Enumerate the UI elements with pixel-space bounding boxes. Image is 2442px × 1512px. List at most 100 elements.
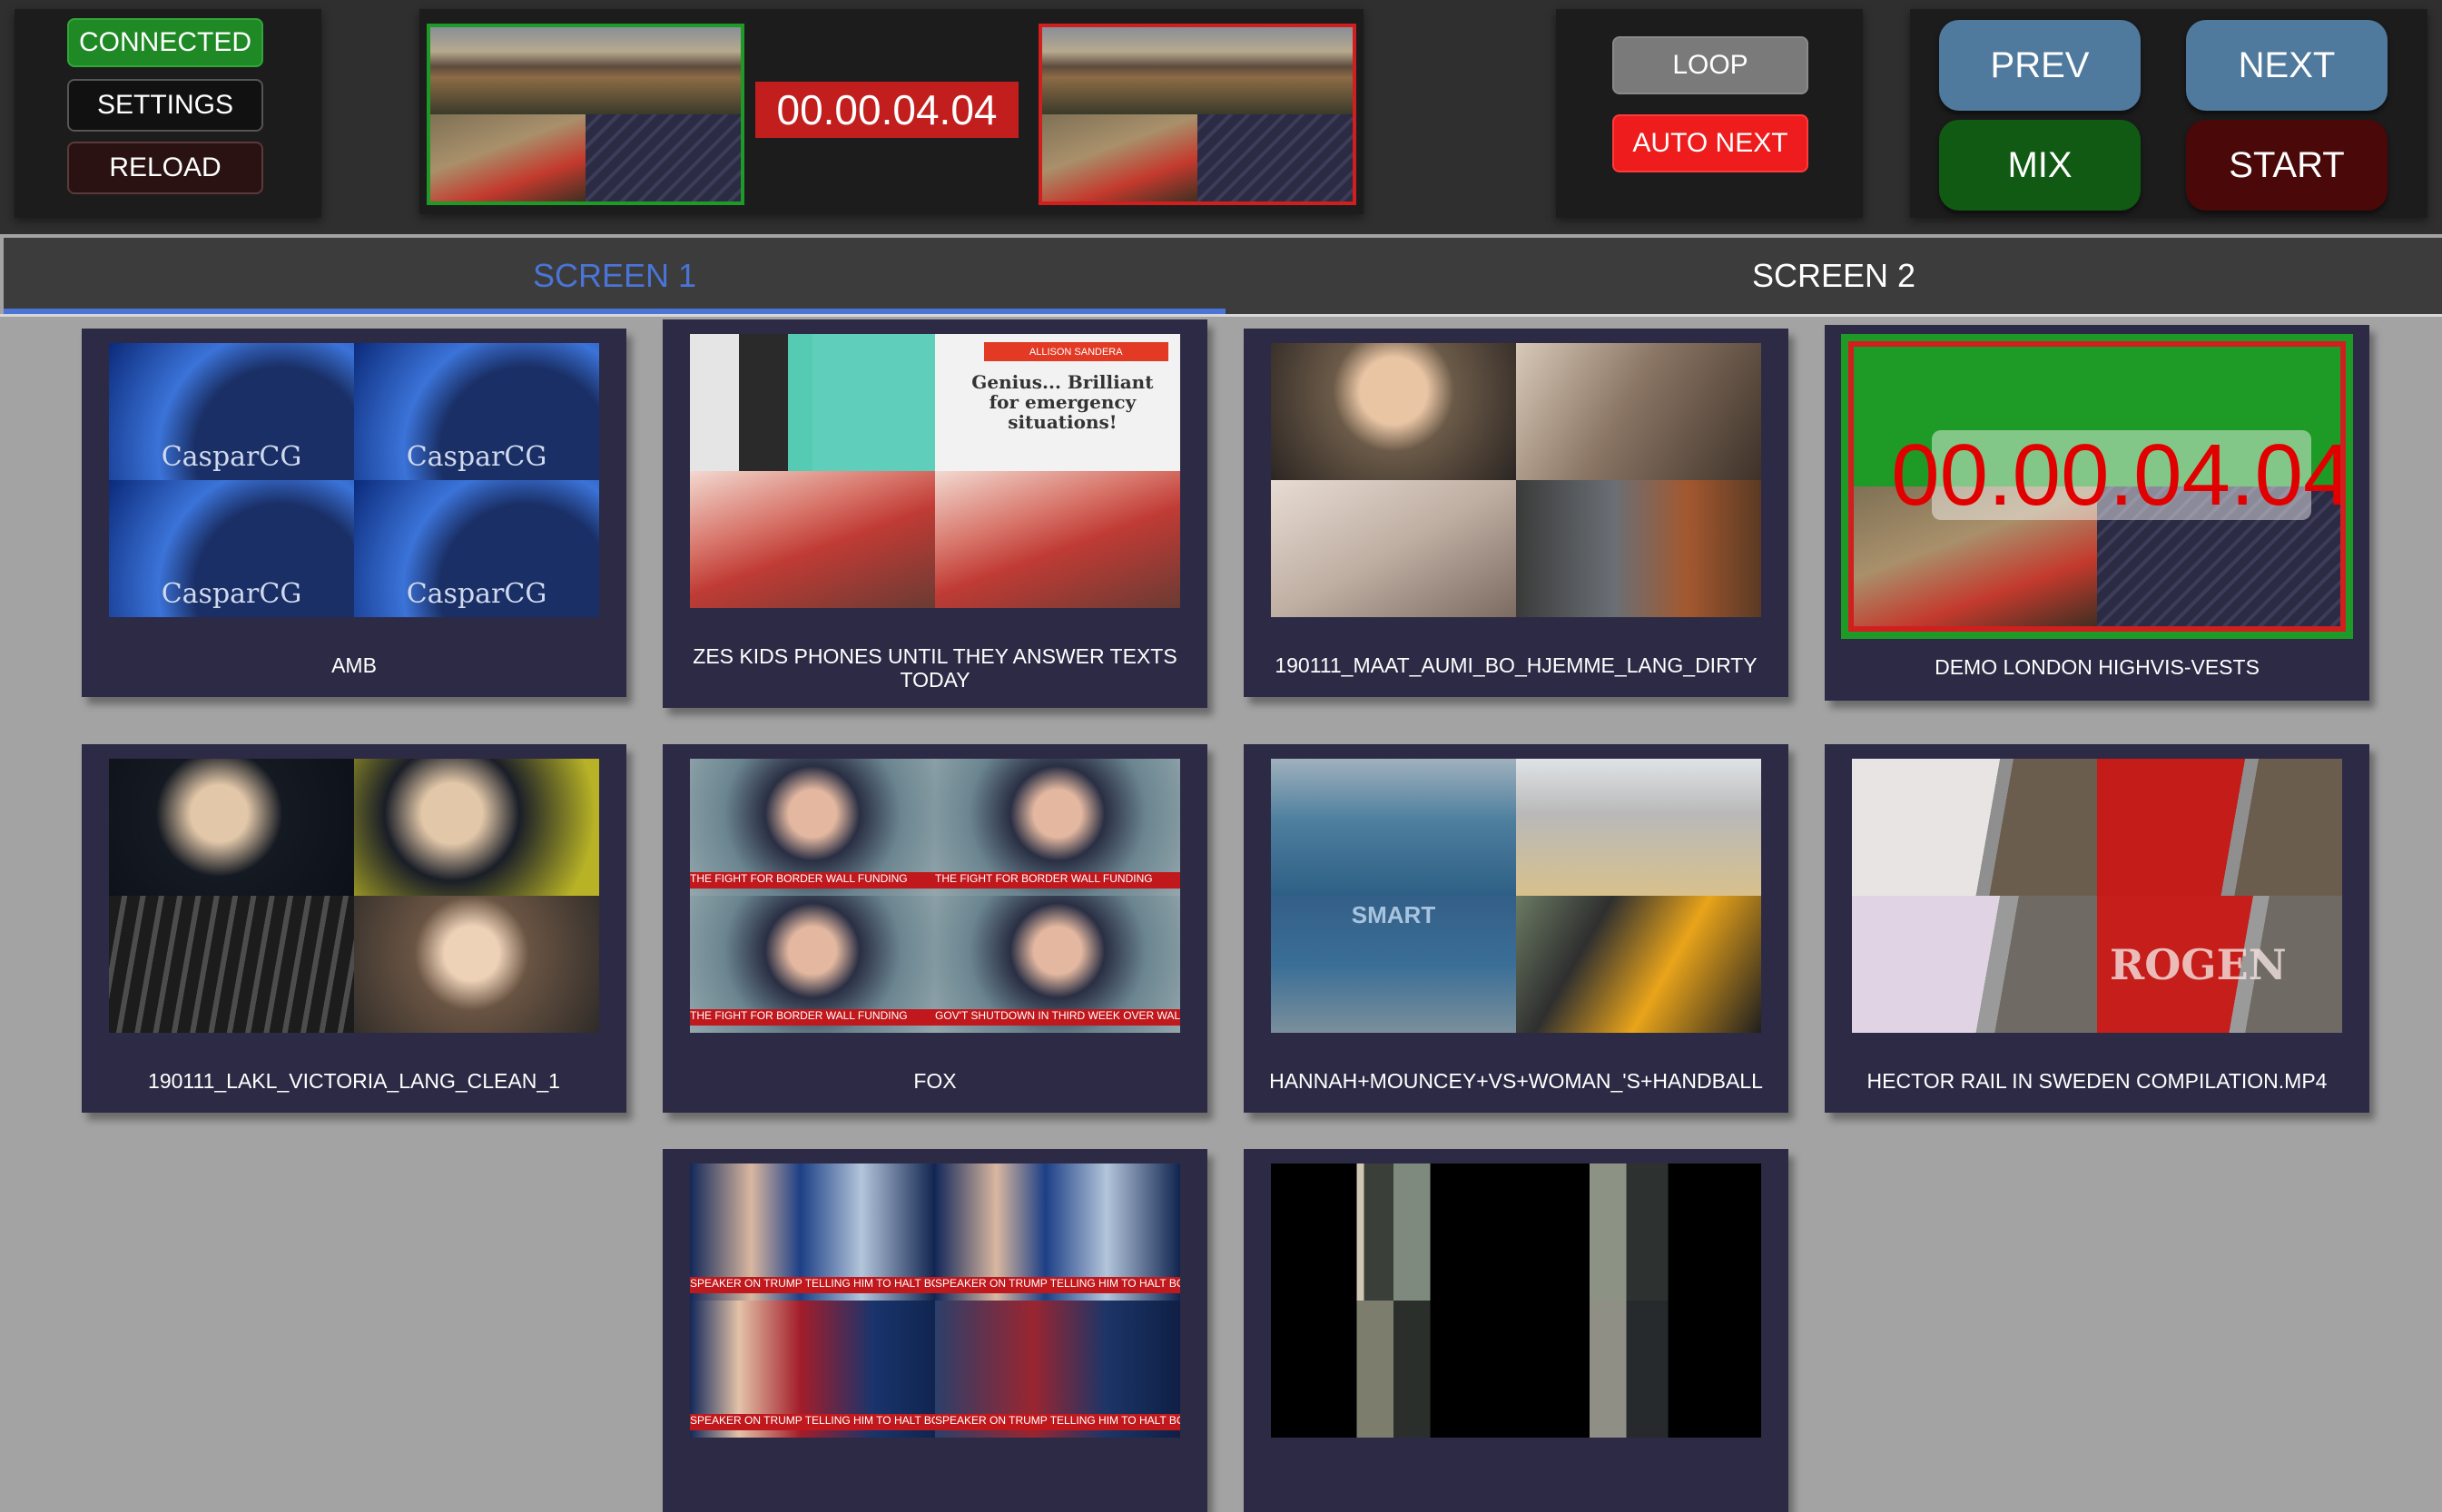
clip-label: HANNAH+MOUNCEY+VS+WOMAN_'S+HANDBALL: [1269, 1069, 1763, 1093]
clip-label: 190111_LAKL_VICTORIA_LANG_CLEAN_1: [148, 1069, 560, 1093]
fox-ticker: GOV'T SHUTDOWN IN THIRD WEEK OVER WALL F…: [935, 1009, 1180, 1026]
interview-frame-image: [109, 759, 354, 896]
clip-label: ZES KIDS PHONES UNTIL THEY ANSWER TEXTS …: [693, 644, 1177, 692]
interview-frame-image: [354, 759, 599, 896]
interview-frame-image: [1516, 343, 1761, 480]
clip-card-hector-rail[interactable]: ROGEN HECTOR RAIL IN SWEDEN COMPILATION.…: [1825, 744, 2369, 1113]
beach-handball-image: [1516, 759, 1761, 896]
preview-monitor[interactable]: [427, 24, 744, 205]
cnn-ticker: SPEAKER ON TRUMP TELLING HIM TO HALT BOR…: [935, 1277, 1180, 1293]
clip-label: HECTOR RAIL IN SWEDEN COMPILATION.MP4: [1866, 1069, 2328, 1093]
casparcg-globe-image: CasparCG: [354, 480, 599, 617]
train-image: ROGEN: [2097, 896, 2342, 1033]
news-anchor-image: THE FIGHT FOR BORDER WALL FUNDING: [690, 896, 935, 1033]
news-anchor-image: THE FIGHT FOR BORDER WALL FUNDING: [690, 759, 935, 896]
interview-frame-image: [1516, 480, 1761, 617]
clip-card-maat-aumi[interactable]: 190111_MAAT_AUMI_BO_HJEMME_LANG_DIRTY: [1244, 329, 1788, 697]
cnn-studio-image: SPEAKER ON TRUMP TELLING HIM TO HALT BOR…: [690, 1163, 935, 1301]
beach-handball-image: SMART: [1271, 896, 1516, 1033]
news-anchor-image: THE FIGHT FOR BORDER WALL FUNDING: [935, 759, 1180, 896]
clip-card-fox[interactable]: THE FIGHT FOR BORDER WALL FUNDING THE FI…: [663, 744, 1207, 1113]
phone-app-screens-image: [690, 334, 935, 471]
presenter-image: [690, 471, 935, 608]
cnn-studio-image: SPEAKER ON TRUMP TELLING HIM TO HALT BOR…: [935, 1301, 1180, 1438]
overlay-timecode: 00.00.04.04: [1891, 426, 2346, 524]
clip-label: FOX: [913, 1069, 957, 1093]
casparcg-globe-image: CasparCG: [109, 343, 354, 480]
clip-thumbnail: ROGEN: [1852, 759, 2342, 1033]
smart-banner: SMART: [1351, 901, 1436, 928]
program-monitor[interactable]: [1039, 24, 1356, 205]
tab-screen-2[interactable]: SCREEN 2: [1226, 238, 2442, 314]
clip-card-lakl-victoria[interactable]: 190111_LAKL_VICTORIA_LANG_CLEAN_1: [82, 744, 626, 1113]
auto-next-button[interactable]: AUTO NEXT: [1612, 114, 1808, 172]
clip-card-zes-kids[interactable]: ALLISON SANDERA Genius... Brilliant for …: [663, 319, 1207, 708]
train-image: [2097, 759, 2342, 896]
cnn-ticker: SPEAKER ON TRUMP TELLING HIM TO HALT BOR…: [690, 1277, 935, 1293]
news-title-card-image: ALLISON SANDERA Genius... Brilliant for …: [935, 334, 1180, 471]
clip-thumbnail: THE FIGHT FOR BORDER WALL FUNDING THE FI…: [690, 759, 1180, 1033]
program-empty-slot: [1197, 114, 1353, 201]
status-panel: CONNECTED SETTINGS RELOAD: [15, 9, 321, 218]
clip-thumbnail: [1271, 1163, 1761, 1438]
interview-frame-image: [354, 896, 599, 1033]
next-button[interactable]: NEXT: [2186, 20, 2388, 111]
guitar-closeup-image: [109, 896, 354, 1033]
clip-card-interview[interactable]: [1244, 1149, 1788, 1512]
casparcg-globe-image: CasparCG: [109, 480, 354, 617]
clip-thumbnail: ALLISON SANDERA Genius... Brilliant for …: [690, 334, 1180, 608]
clip-card-handball[interactable]: SMART HANNAH+MOUNCEY+VS+WOMAN_'S+HANDBAL…: [1244, 744, 1788, 1113]
start-button[interactable]: START: [2186, 120, 2388, 211]
clip-thumbnail: 00.00.04.04: [1848, 341, 2346, 632]
cnn-ticker: SPEAKER ON TRUMP TELLING HIM TO HALT BOR…: [690, 1414, 935, 1430]
clip-thumbnail: SMART: [1271, 759, 1761, 1033]
genius-headline: Genius... Brilliant for emergency situat…: [971, 371, 1154, 434]
loop-button[interactable]: LOOP: [1612, 36, 1808, 94]
portrait-frame-image: [1271, 1163, 1516, 1301]
clip-label: DEMO LONDON HIGHVIS-VESTS: [1935, 655, 2260, 679]
reload-button[interactable]: RELOAD: [67, 142, 263, 194]
portrait-frame-image: [1516, 1163, 1761, 1301]
mix-button[interactable]: MIX: [1939, 120, 2141, 211]
connected-status-button[interactable]: CONNECTED: [67, 18, 263, 67]
clip-thumbnail: SPEAKER ON TRUMP TELLING HIM TO HALT BOR…: [690, 1163, 1180, 1438]
portrait-frame-image: [1516, 1301, 1761, 1438]
tabs-divider: [0, 314, 2442, 317]
beach-handball-image: [1271, 759, 1516, 896]
screen-tabs: SCREEN 1 SCREEN 2: [4, 238, 2442, 314]
fox-ticker: THE FIGHT FOR BORDER WALL FUNDING: [690, 1009, 935, 1026]
fox-ticker: THE FIGHT FOR BORDER WALL FUNDING: [935, 872, 1180, 889]
clip-label: AMB: [331, 653, 377, 677]
control-bar: CONNECTED SETTINGS RELOAD 00.00.04.04 LO…: [0, 0, 2442, 234]
clip-card-cnn[interactable]: SPEAKER ON TRUMP TELLING HIM TO HALT BOR…: [663, 1149, 1207, 1512]
clip-thumbnail: CasparCG CasparCG CasparCG CasparCG: [109, 343, 599, 617]
preview-empty-slot: [586, 114, 741, 201]
casparcg-globe-image: CasparCG: [354, 343, 599, 480]
program-crowd-image: [1042, 27, 1353, 114]
presenter-image: [935, 471, 1180, 608]
handball-player-image: [1516, 896, 1761, 1033]
clip-thumbnail: [109, 759, 599, 1033]
cnn-studio-image: SPEAKER ON TRUMP TELLING HIM TO HALT BOR…: [690, 1301, 935, 1438]
playback-mode-panel: LOOP AUTO NEXT: [1556, 9, 1863, 218]
train-livery-text: ROGEN: [2110, 939, 2287, 989]
preview-crowd-image: [430, 27, 741, 114]
program-protester-image: [1042, 114, 1197, 201]
interview-frame-image: [1271, 480, 1516, 617]
tab-screen-1[interactable]: SCREEN 1: [4, 238, 1226, 314]
clip-label: 190111_MAAT_AUMI_BO_HJEMME_LANG_DIRTY: [1275, 653, 1758, 677]
preview-protester-image: [430, 114, 586, 201]
train-image: [1852, 896, 2097, 1033]
settings-button[interactable]: SETTINGS: [67, 79, 263, 132]
prev-button[interactable]: PREV: [1939, 20, 2141, 111]
clip-card-amb[interactable]: CasparCG CasparCG CasparCG CasparCG AMB: [82, 329, 626, 697]
fox-ticker: THE FIGHT FOR BORDER WALL FUNDING: [690, 872, 935, 889]
clip-card-demo-london[interactable]: 00.00.04.04 DEMO LONDON HIGHVIS-VESTS: [1825, 325, 2369, 701]
interview-frame-image: [1271, 343, 1516, 480]
cnn-ticker: SPEAKER ON TRUMP TELLING HIM TO HALT BOR…: [935, 1414, 1180, 1430]
transport-panel: PREV NEXT MIX START: [1910, 9, 2427, 218]
clip-thumbnail: [1271, 343, 1761, 617]
train-image: [1852, 759, 2097, 896]
allison-banner: ALLISON SANDERA: [984, 342, 1168, 362]
portrait-frame-image: [1271, 1301, 1516, 1438]
